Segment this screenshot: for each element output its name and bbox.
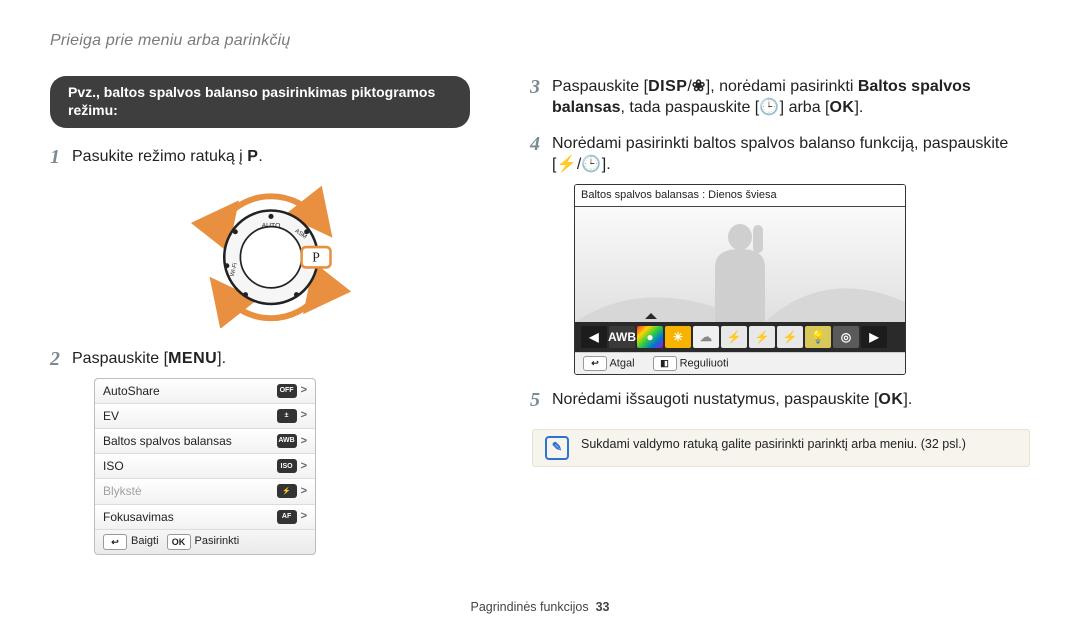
step-3-post: , tada paspauskite [: [620, 99, 759, 116]
note-icon: ✎: [545, 436, 569, 460]
step-4-number: 4: [530, 131, 540, 158]
breadcrumb: Prieiga prie meniu arba parinkčių: [50, 30, 1030, 52]
camera-preview-title: Baltos spalvos balansas : Dienos šviesa: [575, 185, 905, 207]
chevron-right-icon: >: [301, 509, 307, 524]
menu-row-label: AutoShare: [103, 383, 277, 399]
timer-icon: 🕒: [759, 99, 779, 116]
menu-row-value-icon: ⚡: [277, 484, 297, 498]
page-footer: Pagrindinės funkcijos 33: [0, 599, 1080, 616]
step-2-number: 2: [50, 346, 60, 373]
menu-panel: AutoShareOFF>EV±>Baltos spalvos balansas…: [94, 378, 316, 555]
menu-row-3[interactable]: ISOISO >: [95, 454, 315, 479]
menu-foot-back-label: Baigti: [131, 534, 159, 549]
step-2: 2 Paspauskite [MENU]. AutoShareOFF>EV±>B…: [50, 348, 470, 555]
camera-preview-panel: Baltos spalvos balansas : Dienos šviesa: [574, 184, 906, 375]
chevron-right-icon: >: [301, 459, 307, 474]
cam-back-key-icon: ↩: [583, 356, 607, 371]
menu-row-2[interactable]: Baltos spalvos balansasAWB >: [95, 429, 315, 454]
chevron-right-icon: >: [301, 434, 307, 449]
svg-text:AUTO: AUTO: [262, 222, 281, 229]
ok-glyph: OK: [829, 99, 854, 116]
step-3-post2: ] arba [: [780, 99, 830, 116]
note-text: Sukdami valdymo ratuką galite pasirinkti…: [581, 436, 966, 453]
mode-dial-figure: P AUTO ASM Wi-Fi: [72, 178, 470, 328]
wb-swatch-8[interactable]: ◎: [833, 326, 859, 348]
menu-row-label: EV: [103, 408, 277, 424]
menu-row-value-icon: AWB: [277, 434, 297, 448]
back-key-icon: ↩: [103, 534, 127, 550]
cam-adj-key-icon: ◧: [653, 356, 677, 371]
cam-foot-adjust-label: Reguliuoti: [680, 357, 729, 369]
step-5-pre: Norėdami išsaugoti nustatymus, paspauski…: [552, 391, 878, 408]
menu-row-1[interactable]: EV± >: [95, 404, 315, 429]
wb-swatch-1[interactable]: ●: [637, 326, 663, 348]
wb-strip-right-arrow[interactable]: ▶: [861, 326, 887, 348]
menu-foot-ok-label: Pasirinkti: [195, 534, 240, 549]
wb-swatch-3[interactable]: ☁: [693, 326, 719, 348]
menu-glyph: MENU: [168, 350, 217, 367]
step-1-suffix: .: [258, 148, 262, 165]
menu-row-label: Blykstė: [103, 483, 277, 499]
mode-p-glyph: P: [247, 148, 258, 165]
ok-glyph-2: OK: [878, 391, 903, 408]
step-5: 5 Norėdami išsaugoti nustatymus, paspaus…: [530, 389, 1030, 411]
step-1: 1 Pasukite režimo ratuką į P.: [50, 146, 470, 328]
ok-key-icon: OK: [167, 534, 191, 550]
wb-swatch-0[interactable]: AWB: [609, 326, 635, 348]
step-1-number: 1: [50, 144, 60, 171]
menu-row-4[interactable]: Blykstė⚡ >: [95, 479, 315, 504]
timer-icon-2: 🕒: [581, 156, 601, 173]
menu-row-value-icon: ISO: [277, 459, 297, 473]
disp-glyph: DISP: [648, 78, 687, 95]
camera-preview-stage: [575, 207, 905, 322]
chevron-right-icon: >: [301, 383, 307, 398]
step-4: 4 Norėdami pasirinkti baltos spalvos bal…: [530, 133, 1030, 375]
menu-row-label: Fokusavimas: [103, 509, 277, 525]
menu-row-0[interactable]: AutoShareOFF >: [95, 379, 315, 404]
menu-foot-back: ↩ Baigti: [103, 534, 159, 550]
step-2-suffix: ].: [217, 350, 226, 367]
step-1-text: Pasukite režimo ratuką į: [72, 148, 247, 165]
tip-note: ✎ Sukdami valdymo ratuką galite pasirink…: [532, 429, 1030, 467]
step-2-text: Paspauskite [: [72, 350, 168, 367]
menu-row-value-icon: OFF: [277, 384, 297, 398]
chevron-right-icon: >: [301, 408, 307, 423]
example-pill: Pvz., baltos spalvos balanso pasirinkima…: [50, 76, 470, 129]
wb-swatch-7[interactable]: 💡: [805, 326, 831, 348]
macro-icon: ❀: [692, 78, 706, 95]
menu-row-label: Baltos spalvos balansas: [103, 433, 277, 449]
step-3-number: 3: [530, 74, 540, 101]
menu-row-5[interactable]: FokusavimasAF >: [95, 505, 315, 530]
cam-foot-back: ↩ Atgal: [583, 356, 635, 371]
wb-swatch-2[interactable]: ☀: [665, 326, 691, 348]
cam-foot-back-label: Atgal: [609, 357, 634, 369]
wb-strip-left-arrow[interactable]: ◀: [581, 326, 607, 348]
chevron-right-icon: >: [301, 484, 307, 499]
menu-row-label: ISO: [103, 458, 277, 474]
wb-swatch-6[interactable]: ⚡: [777, 326, 803, 348]
footer-page: 33: [596, 600, 610, 614]
step-3-pre: Paspauskite [: [552, 78, 648, 95]
svg-text:P: P: [312, 249, 320, 264]
step-3-end: ].: [854, 99, 863, 116]
menu-foot-ok: OK Pasirinkti: [167, 534, 240, 550]
menu-row-value-icon: AF: [277, 510, 297, 524]
step-3-mid: ], norėdami pasirinkti: [706, 78, 858, 95]
footer-label: Pagrindinės funkcijos: [471, 600, 589, 614]
wb-swatch-5[interactable]: ⚡: [749, 326, 775, 348]
step-4-pre: Norėdami pasirinkti baltos spalvos balan…: [552, 135, 1008, 174]
menu-row-value-icon: ±: [277, 409, 297, 423]
wb-swatch-4[interactable]: ⚡: [721, 326, 747, 348]
step-5-number: 5: [530, 387, 540, 414]
flash-icon: ⚡: [556, 156, 576, 173]
cam-foot-adjust: ◧ Reguliuoti: [653, 356, 729, 371]
wb-filter-strip: ◀ AWB●☀☁⚡⚡⚡💡◎ ▶: [575, 322, 905, 352]
step-4-end: ].: [602, 156, 611, 173]
step-5-end: ].: [903, 391, 912, 408]
step-3: 3 Paspauskite [DISP/❀], norėdami pasirin…: [530, 76, 1030, 119]
